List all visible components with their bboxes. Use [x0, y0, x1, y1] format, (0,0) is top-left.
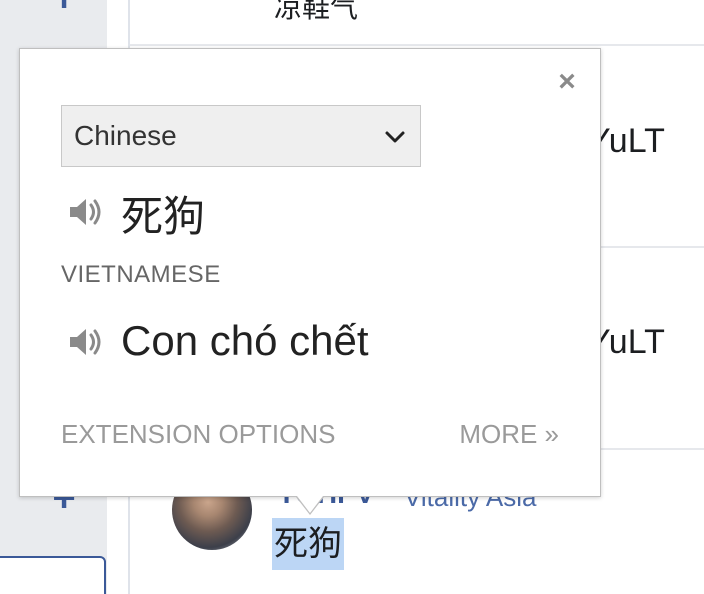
- source-language-value: Chinese: [74, 120, 177, 151]
- plus-icon[interactable]: +: [50, 0, 78, 18]
- source-text: 死狗: [121, 193, 206, 240]
- speaker-icon[interactable]: [64, 191, 106, 233]
- popup-pointer: [296, 496, 324, 515]
- sidebar-box[interactable]: [0, 556, 106, 594]
- extension-options-link[interactable]: EXTENSION OPTIONS: [61, 419, 336, 450]
- close-icon[interactable]: ×: [554, 67, 580, 97]
- target-language-label: VIETNAMESE: [61, 261, 221, 288]
- translated-text: Con chó chết: [121, 317, 369, 364]
- row-divider: [130, 44, 704, 46]
- speaker-icon[interactable]: [64, 321, 106, 363]
- selected-text[interactable]: 死狗: [272, 518, 344, 570]
- chevron-down-icon: [385, 131, 405, 143]
- translate-popup: × Chinese 死狗 VIETNAMESE Con chó chết EXT…: [19, 48, 601, 497]
- post-text-fragment: 凉鞋气: [274, 0, 359, 23]
- source-language-select[interactable]: Chinese: [61, 105, 421, 167]
- more-link[interactable]: MORE »: [459, 419, 559, 450]
